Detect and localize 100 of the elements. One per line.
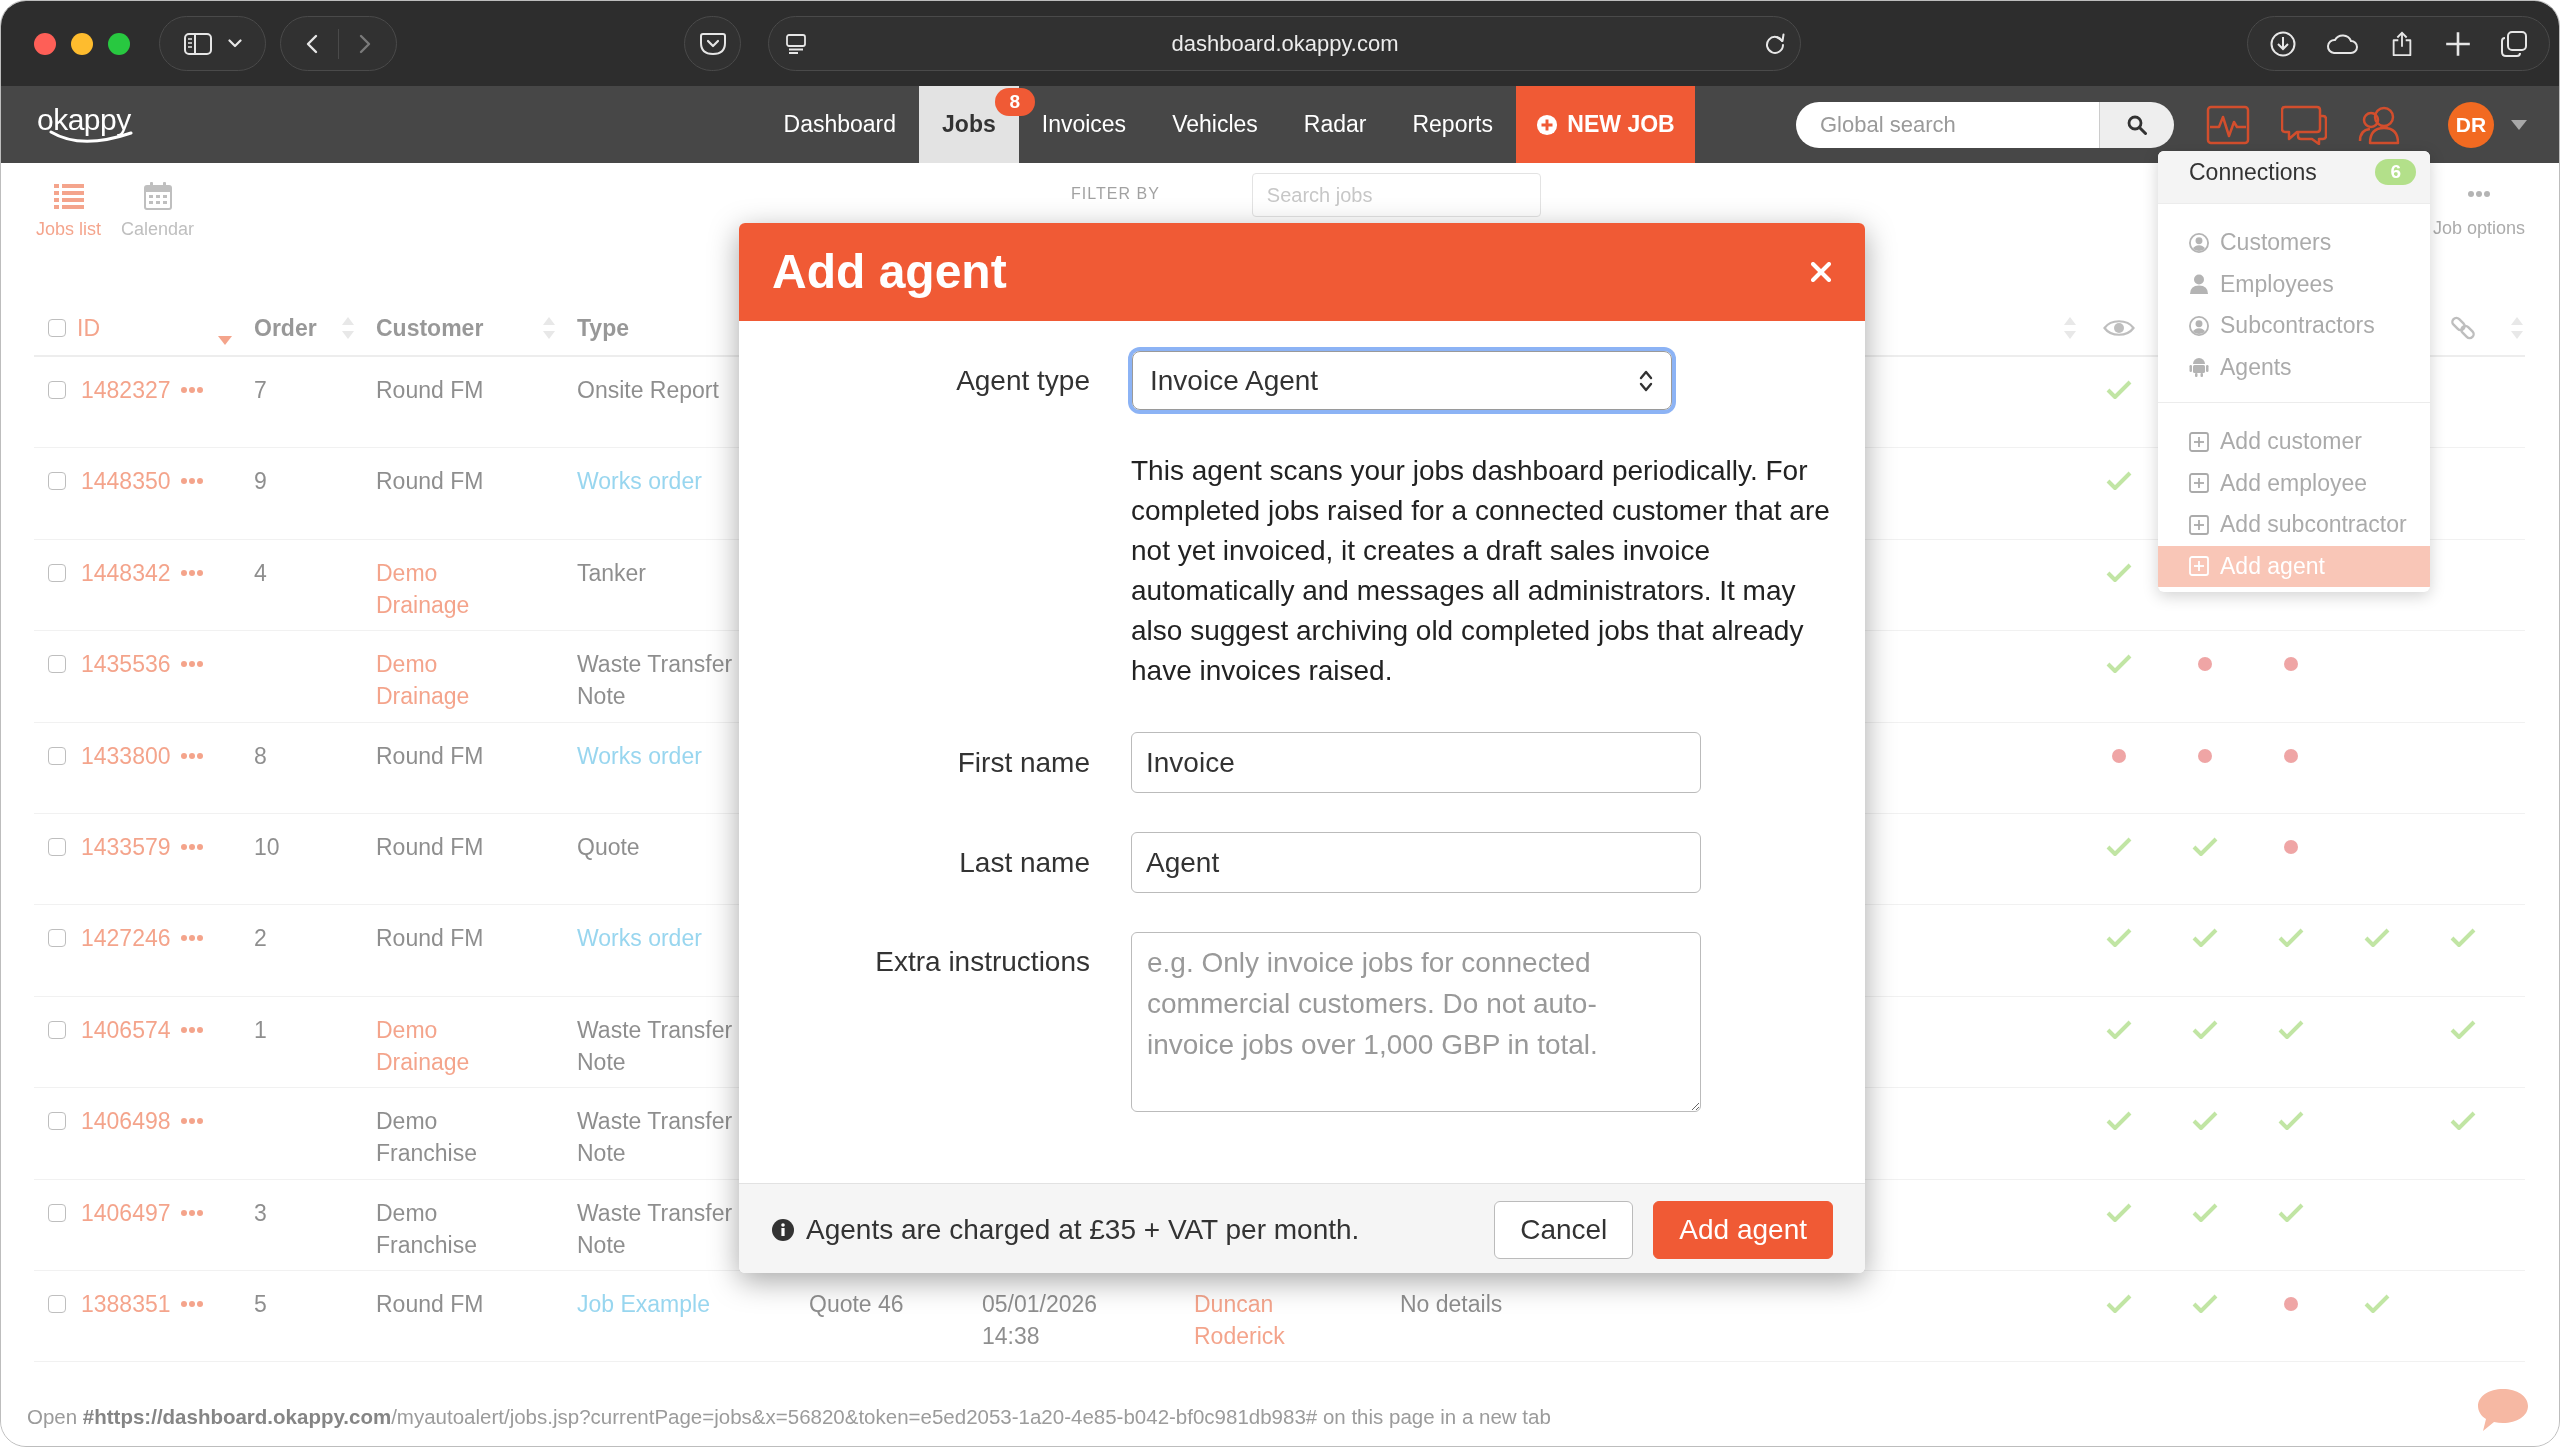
menu-item[interactable]: Customers: [2158, 222, 2430, 264]
job-id-link[interactable]: 1448342: [81, 556, 171, 589]
customer-name: Round FM: [376, 376, 484, 405]
row-checkbox[interactable]: [48, 472, 66, 491]
row-checkbox[interactable]: [48, 746, 66, 765]
column-header[interactable]: Order: [254, 312, 317, 344]
caret-down-icon[interactable]: [2511, 119, 2527, 130]
select-all-checkbox[interactable]: [48, 319, 66, 337]
menu-item[interactable]: Subcontractors: [2158, 305, 2430, 347]
more-dots-icon[interactable]: [180, 843, 203, 850]
download-icon[interactable]: [2270, 30, 2296, 57]
user-icon: [2189, 274, 2209, 295]
more-dots-icon[interactable]: [180, 935, 203, 942]
job-type-link[interactable]: Works order: [577, 922, 702, 955]
plus-icon[interactable]: [2444, 30, 2471, 57]
customer-link[interactable]: Demo Drainage: [376, 556, 516, 621]
customer-link[interactable]: Demo Drainage: [376, 648, 516, 713]
more-dots-icon[interactable]: [180, 478, 203, 485]
row-checkbox[interactable]: [48, 1020, 66, 1039]
new-job-button[interactable]: NEW JOB: [1516, 86, 1695, 163]
job-id-link[interactable]: 1406574: [81, 1013, 171, 1046]
tabs-icon[interactable]: [2501, 30, 2527, 57]
nav-tab[interactable]: Vehicles: [1149, 86, 1281, 163]
job-options-button[interactable]: Job options: [2432, 163, 2525, 239]
job-id-link[interactable]: 1427246: [81, 922, 171, 955]
job-id-link[interactable]: 1433579: [81, 830, 171, 863]
add-agent-button[interactable]: Add agent: [1653, 1201, 1833, 1259]
job-type-link[interactable]: Job Example: [577, 1287, 710, 1320]
person-link[interactable]: Duncan Roderick: [1194, 1287, 1314, 1352]
menu-item[interactable]: Agents: [2158, 346, 2430, 388]
menu-item[interactable]: Add employee: [2158, 462, 2430, 504]
row-checkbox[interactable]: [48, 563, 66, 582]
cloud-icon[interactable]: [2326, 32, 2359, 55]
more-dots-icon[interactable]: [180, 1026, 203, 1033]
close-button[interactable]: [1811, 262, 1831, 282]
job-id-link[interactable]: 1448350: [81, 465, 171, 498]
nav-tab[interactable]: Dashboard: [760, 86, 920, 163]
job-type-link[interactable]: Works order: [577, 739, 702, 772]
job-id-link[interactable]: 1406497: [81, 1196, 171, 1229]
row-checkbox[interactable]: [48, 655, 66, 674]
row-checkbox[interactable]: [48, 929, 66, 948]
row-checkbox[interactable]: [48, 1203, 66, 1222]
chat-icon[interactable]: [2281, 104, 2327, 145]
job-id-link[interactable]: 1435536: [81, 648, 171, 681]
search-button[interactable]: [2099, 101, 2174, 148]
more-dots-icon[interactable]: [180, 752, 203, 759]
column-header[interactable]: Customer: [376, 312, 484, 344]
more-dots-icon[interactable]: [180, 1300, 203, 1307]
global-search-field[interactable]: Global search: [1796, 101, 2099, 148]
nav-tab[interactable]: Radar: [1280, 86, 1390, 163]
people-icon[interactable]: [2358, 104, 2402, 145]
job-id-link[interactable]: 1388351: [81, 1287, 171, 1320]
row-checkbox[interactable]: [48, 837, 66, 856]
menu-item[interactable]: Employees: [2158, 263, 2430, 305]
menu-item[interactable]: Add customer: [2158, 421, 2430, 463]
forward-icon[interactable]: [359, 33, 371, 54]
link-icon[interactable]: [2450, 315, 2476, 341]
chat-bubble-icon[interactable]: [2477, 1388, 2529, 1432]
column-header[interactable]: ID: [77, 312, 100, 344]
job-id-link[interactable]: 1406498: [81, 1105, 171, 1138]
row-checkbox[interactable]: [48, 381, 66, 399]
more-dots-icon[interactable]: [180, 661, 203, 668]
job-type-link[interactable]: Works order: [577, 465, 702, 498]
eye-icon[interactable]: [2103, 318, 2135, 338]
sort-down-icon[interactable]: [218, 336, 232, 345]
menu-item[interactable]: Add subcontractor: [2158, 504, 2430, 546]
row-checkbox[interactable]: [48, 1294, 66, 1313]
back-icon[interactable]: [306, 33, 318, 54]
first-name-input[interactable]: Invoice: [1131, 732, 1701, 793]
cancel-button[interactable]: Cancel: [1494, 1201, 1634, 1259]
customer-name: Round FM: [376, 741, 484, 771]
minimize-window-button[interactable]: [71, 32, 93, 55]
more-dots-icon[interactable]: [180, 1209, 203, 1216]
page-menu-icon[interactable]: [786, 33, 806, 54]
search-jobs-field[interactable]: Search jobs: [1251, 173, 1541, 217]
column-header[interactable]: Type: [577, 312, 629, 344]
menu-item[interactable]: Add agent: [2158, 545, 2430, 587]
instructions-textarea[interactable]: e.g. Only invoice jobs for connected commercial customers. Do not auto-invoice jobs over 1,000 GBP in total.: [1131, 932, 1701, 1112]
view-tab[interactable]: Calendar: [119, 163, 197, 240]
more-dots-icon[interactable]: [180, 1118, 203, 1125]
job-id-link[interactable]: 1433800: [81, 739, 171, 772]
customer-link[interactable]: Demo Drainage: [376, 1013, 516, 1078]
home-logo-link[interactable]: okappy: [37, 103, 133, 146]
table-cell-text: Quote 46: [809, 1289, 904, 1319]
count-badge: 8: [994, 88, 1035, 116]
row-checkbox[interactable]: [48, 1112, 66, 1131]
more-dots-icon[interactable]: [180, 569, 203, 576]
link-preview-text: Open #https://dashboard.okappy.com/myautoalert/jobs.jsp?currentPage=jobs&x=56820&token=e5ed2053-1a20-4e85-b042-bf0c981db983# on this page in a new tab: [27, 1405, 1551, 1429]
reload-icon[interactable]: [1764, 32, 1786, 55]
close-window-button[interactable]: [34, 32, 56, 55]
last-name-input[interactable]: Agent: [1131, 832, 1701, 893]
address-bar[interactable]: dashboard.okappy.com: [768, 16, 1801, 71]
more-dots-icon[interactable]: [180, 387, 203, 393]
user-avatar[interactable]: DR: [2448, 101, 2494, 148]
job-id-link[interactable]: 1482327: [81, 374, 171, 406]
zoom-window-button[interactable]: [108, 32, 130, 55]
view-tab[interactable]: Jobs list: [34, 163, 104, 240]
search-icon: [2127, 114, 2147, 135]
pulse-icon[interactable]: [2206, 104, 2250, 145]
nav-tab[interactable]: Reports: [1389, 86, 1516, 163]
